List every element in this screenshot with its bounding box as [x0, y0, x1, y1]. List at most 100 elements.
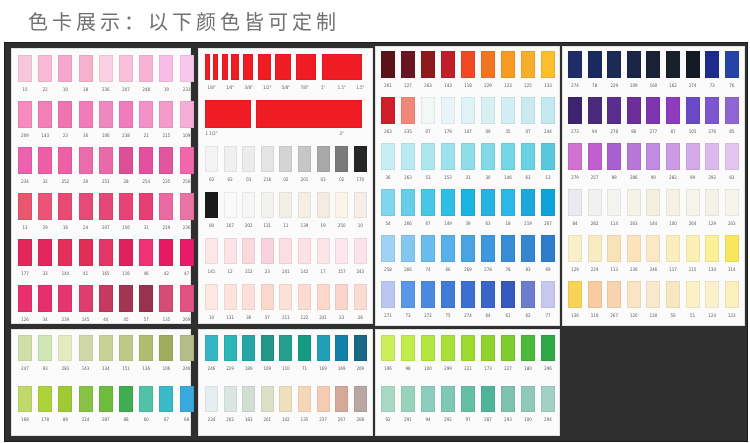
- color-code-label: 54: [385, 221, 391, 226]
- color-code-label: 44: [103, 317, 109, 322]
- color-swatch: [242, 146, 256, 172]
- color-code-label: 23: [264, 269, 270, 274]
- color-code-label: 247: [21, 366, 29, 371]
- color-swatch: [646, 97, 661, 124]
- color-code-label: 160: [649, 83, 658, 88]
- color-swatch: [685, 235, 700, 262]
- color-code-label: 239: [61, 317, 70, 322]
- color-code-label: 202: [226, 417, 234, 422]
- color-swatch: [119, 147, 133, 174]
- color-swatch: [607, 281, 622, 308]
- color-swatch: [481, 189, 495, 216]
- color-code-label: 98: [405, 366, 411, 371]
- color-swatch: [724, 97, 739, 124]
- color-code-label: 253: [101, 179, 110, 184]
- color-swatch: [724, 189, 739, 216]
- color-code-label: 09: [485, 129, 491, 134]
- color-swatch: [568, 51, 582, 78]
- color-swatch: [18, 193, 32, 220]
- color-code-label: 126: [21, 317, 29, 322]
- color-code-label: 219: [524, 221, 532, 226]
- color-code-label: 31: [143, 225, 149, 230]
- color-swatch: [401, 335, 415, 361]
- color-swatch: [205, 146, 218, 172]
- color-swatch: [521, 386, 535, 412]
- color-code-label: 229: [226, 366, 234, 371]
- color-swatch: [646, 235, 661, 262]
- color-code-label: 152: [244, 269, 253, 274]
- color-code-label: 168: [21, 417, 29, 422]
- color-code-label: 63: [485, 221, 491, 226]
- color-code-label: 1 1/2": [205, 131, 218, 136]
- color-swatch: [705, 143, 720, 170]
- color-swatch: [316, 192, 330, 218]
- color-swatch: [139, 55, 154, 82]
- color-swatch: [98, 285, 113, 312]
- color-swatch: [205, 284, 218, 310]
- color-swatch: [179, 239, 194, 266]
- color-swatch: [18, 335, 32, 361]
- color-swatch: [298, 192, 311, 218]
- red-ribbon-swatch: [222, 54, 228, 80]
- color-swatch: [541, 335, 555, 361]
- color-swatch: [421, 281, 435, 308]
- color-swatch: [119, 101, 133, 128]
- color-code-label: 5/8": [281, 85, 291, 90]
- color-swatch: [119, 239, 133, 266]
- color-code-label: 209: [21, 133, 29, 138]
- color-code-label: 178: [41, 417, 49, 422]
- color-swatch: [626, 143, 641, 170]
- color-swatch: [98, 193, 113, 220]
- color-code-label: 229: [590, 267, 599, 272]
- color-code-label: 286: [629, 175, 638, 180]
- color-code-label: 7/8": [300, 85, 309, 90]
- color-swatch: [587, 97, 602, 124]
- color-swatch: [279, 192, 293, 218]
- color-swatch: [78, 239, 93, 266]
- color-code-label: 246: [207, 366, 216, 371]
- color-code-label: 00: [208, 223, 215, 228]
- color-code-label: 61: [505, 313, 511, 318]
- color-code-label: 207: [101, 225, 110, 230]
- color-swatch: [705, 51, 720, 78]
- red-ribbon-swatch: [296, 54, 316, 80]
- color-code-label: 23: [339, 315, 345, 320]
- color-code-label: 135: [162, 317, 171, 322]
- color-code-label: 256: [182, 179, 191, 184]
- red-white-panel: 1/8" 1/4" 3/8" 1/2" 5/8" 7/8" 1" 1.5" 1.5" 1 1/2"…: [198, 48, 373, 324]
- color-code-label: 173: [484, 366, 492, 371]
- color-code-label: 234: [21, 179, 29, 184]
- color-swatch: [242, 335, 256, 361]
- color-code-label: 10: [62, 87, 68, 92]
- color-code-label: 120: [629, 313, 638, 318]
- color-code-label: 261: [384, 83, 392, 88]
- color-code-label: 86: [631, 129, 637, 134]
- color-swatch: [159, 285, 174, 312]
- color-code-label: 143: [444, 83, 452, 88]
- color-swatch: [521, 335, 535, 361]
- color-code-label: 144: [649, 221, 658, 226]
- color-code-label: 271: [384, 313, 392, 318]
- color-code-label: 36: [246, 315, 252, 320]
- red-ribbon-swatch: [231, 54, 239, 80]
- color-swatch: [205, 386, 218, 412]
- color-code-label: 77: [545, 313, 551, 318]
- color-code-label: 74: [425, 267, 431, 272]
- color-swatch: [541, 386, 555, 412]
- color-swatch: [381, 281, 395, 308]
- color-code-label: 131: [263, 223, 272, 228]
- color-code-label: 202: [244, 223, 253, 228]
- color-code-label: 119: [590, 313, 599, 318]
- color-swatch: [381, 51, 395, 78]
- color-code-label: 39: [465, 221, 471, 226]
- color-code-label: 130: [649, 313, 658, 318]
- color-code-label: 87: [670, 129, 676, 134]
- color-swatch: [58, 285, 73, 312]
- color-swatch: [119, 193, 133, 220]
- color-code-label: 93: [42, 366, 48, 371]
- color-swatch: [646, 143, 661, 170]
- color-swatch: [279, 386, 293, 412]
- color-swatch: [666, 281, 680, 308]
- color-code-label: 136: [571, 313, 579, 318]
- color-code-label: 110: [282, 366, 290, 371]
